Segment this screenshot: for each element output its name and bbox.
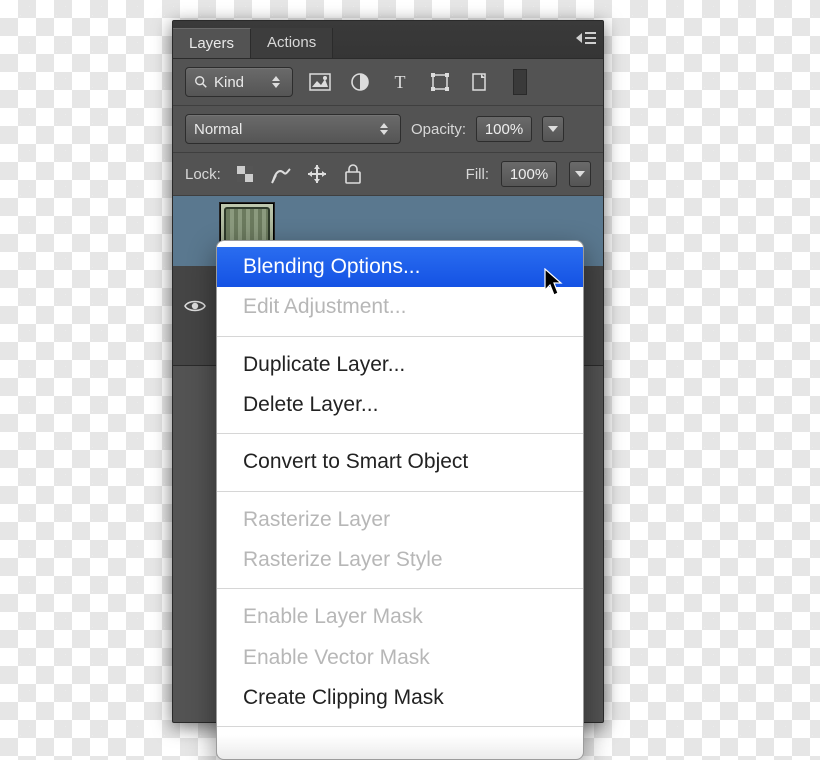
layer-context-menu: Blending Options... Edit Adjustment... D…	[216, 240, 584, 760]
blend-opacity-row: Normal Opacity: 100%	[173, 106, 603, 153]
menu-rasterize-layer-style: Rasterize Layer Style	[217, 540, 583, 580]
spinner-arrows-icon	[272, 74, 282, 90]
lock-transparent-pixels[interactable]	[233, 162, 257, 186]
lock-fill-row: Lock: Fill: 100%	[173, 153, 603, 196]
search-icon	[194, 75, 208, 89]
visibility-toggle[interactable]	[181, 202, 209, 260]
opacity-value[interactable]: 100%	[476, 116, 532, 142]
menu-convert-smart-object[interactable]: Convert to Smart Object	[217, 442, 583, 482]
menu-delete-layer[interactable]: Delete Layer...	[217, 385, 583, 425]
menu-edit-adjustment: Edit Adjustment...	[217, 287, 583, 327]
tab-actions-label: Actions	[267, 34, 316, 51]
filter-toggle-switch[interactable]	[513, 69, 527, 95]
menu-enable-layer-mask: Enable Layer Mask	[217, 597, 583, 637]
menu-duplicate-layer[interactable]: Duplicate Layer...	[217, 345, 583, 385]
filter-type-layers[interactable]: T	[387, 69, 413, 95]
lock-image-pixels[interactable]	[269, 162, 293, 186]
menu-create-clipping-mask[interactable]: Create Clipping Mask	[217, 678, 583, 718]
fill-dropdown[interactable]	[569, 161, 591, 187]
menu-separator	[217, 433, 583, 434]
opacity-dropdown[interactable]	[542, 116, 564, 142]
menu-separator	[217, 726, 583, 727]
menu-overflow-indicator	[217, 735, 583, 759]
menu-separator	[217, 491, 583, 492]
spinner-arrows-icon	[380, 121, 390, 137]
fill-value[interactable]: 100%	[501, 161, 557, 187]
tab-layers-label: Layers	[189, 35, 234, 52]
filter-shape-layers[interactable]	[427, 69, 453, 95]
filter-adjustment-layers[interactable]	[347, 69, 373, 95]
panel-options-menu[interactable]	[573, 27, 599, 49]
menu-rasterize-layer: Rasterize Layer	[217, 500, 583, 540]
blend-mode-value: Normal	[194, 121, 242, 138]
opacity-label: Opacity:	[411, 121, 466, 138]
svg-text:T: T	[395, 72, 406, 92]
menu-enable-vector-mask: Enable Vector Mask	[217, 638, 583, 678]
filter-kind-select[interactable]: Kind	[185, 67, 293, 97]
tab-actions[interactable]: Actions	[251, 28, 333, 58]
filter-pixel-layers[interactable]	[307, 69, 333, 95]
lock-label: Lock:	[185, 166, 221, 183]
layer-filter-row: Kind T	[173, 59, 603, 106]
menu-separator	[217, 336, 583, 337]
lock-position[interactable]	[305, 162, 329, 186]
lock-all[interactable]	[341, 162, 365, 186]
filter-smart-objects[interactable]	[467, 69, 493, 95]
visibility-toggle[interactable]	[181, 277, 209, 335]
menu-blending-options[interactable]: Blending Options...	[217, 247, 583, 287]
panel-tabbar: Layers Actions	[173, 21, 603, 59]
menu-separator	[217, 588, 583, 589]
blend-mode-select[interactable]: Normal	[185, 114, 401, 144]
filter-kind-label: Kind	[214, 74, 244, 91]
tab-layers[interactable]: Layers	[173, 28, 251, 58]
fill-label: Fill:	[466, 166, 489, 183]
